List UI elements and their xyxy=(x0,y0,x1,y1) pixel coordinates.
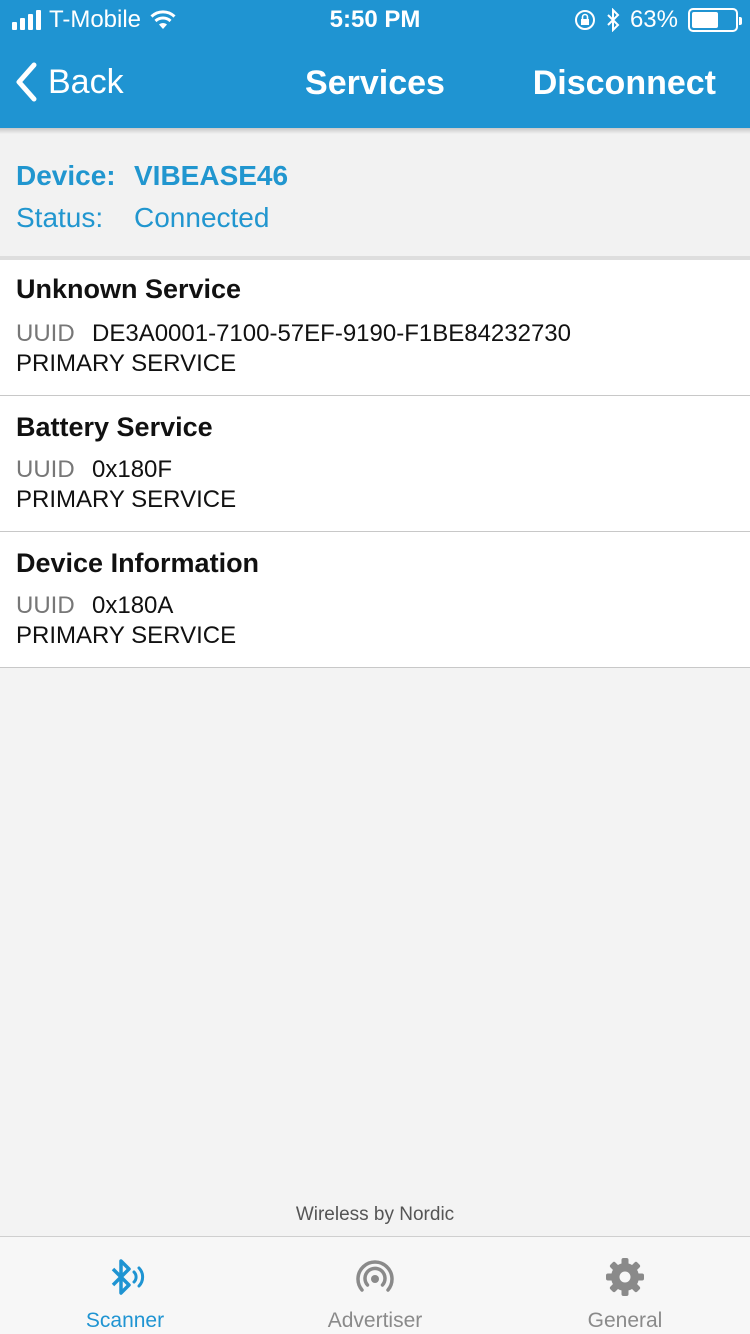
service-uuid-row: UUID 0x180A xyxy=(16,592,173,620)
tab-advertiser[interactable]: Advertiser xyxy=(250,1237,500,1334)
tab-scanner[interactable]: Scanner xyxy=(0,1237,250,1334)
navigation-bar: Back Services Disconnect xyxy=(0,40,750,128)
service-type: PRIMARY SERVICE xyxy=(16,622,237,649)
uuid-value: DE3A0001-7100-57EF-9190-F1BE84232730 xyxy=(92,320,572,347)
service-type: PRIMARY SERVICE xyxy=(16,486,237,513)
service-type: PRIMARY SERVICE xyxy=(16,350,237,377)
device-header: Device: VIBEASE46 Status: Connected xyxy=(0,128,750,260)
tab-bar: Scanner Advertiser General xyxy=(0,1236,750,1334)
tab-label: General xyxy=(587,1309,663,1332)
orientation-lock-icon xyxy=(574,10,595,30)
bluetooth-icon xyxy=(607,8,620,32)
gear-icon xyxy=(606,1258,644,1296)
device-row: Device: VIBEASE46 xyxy=(16,160,288,192)
tab-label: Scanner xyxy=(85,1309,165,1332)
list-item[interactable]: Battery Service UUID 0x180F PRIMARY SERV… xyxy=(0,396,750,532)
signal-icon xyxy=(12,10,41,30)
device-name: VIBEASE46 xyxy=(134,160,289,191)
service-uuid-row: UUID DE3A0001-7100-57EF-9190-F1BE8423273… xyxy=(16,320,571,348)
battery-icon xyxy=(688,8,742,32)
bluetooth-scanner-icon xyxy=(111,1259,145,1295)
status-label: Status: xyxy=(16,202,104,233)
status-left: T-Mobile xyxy=(12,6,177,34)
uuid-label: UUID xyxy=(16,456,75,483)
status-right: 63% xyxy=(574,6,742,34)
list-item[interactable]: Device Information UUID 0x180A PRIMARY S… xyxy=(0,532,750,668)
uuid-value: 0x180F xyxy=(92,456,173,483)
disconnect-button[interactable]: Disconnect xyxy=(533,64,716,103)
service-name: Device Information xyxy=(16,548,260,578)
uuid-label: UUID xyxy=(16,592,75,619)
service-name: Battery Service xyxy=(16,412,213,442)
device-label: Device: xyxy=(16,160,116,191)
top-bar: T-Mobile 5:50 PM 63% Back Services Disco… xyxy=(0,0,750,128)
tab-label: Advertiser xyxy=(327,1309,423,1332)
uuid-value: 0x180A xyxy=(92,592,174,619)
header-shadow xyxy=(0,128,750,134)
battery-percent: 63% xyxy=(629,6,678,33)
service-uuid-row: UUID 0x180F xyxy=(16,456,172,484)
footer-text: Wireless by Nordic xyxy=(295,1204,455,1225)
status-bar: T-Mobile 5:50 PM 63% xyxy=(0,0,750,40)
back-button[interactable]: Back xyxy=(14,62,124,102)
tab-general[interactable]: General xyxy=(500,1237,750,1334)
carrier-name: T-Mobile xyxy=(49,6,142,33)
advertiser-icon xyxy=(356,1260,394,1292)
status-row: Status: Connected xyxy=(16,202,269,234)
back-label: Back xyxy=(48,62,124,101)
battery-level xyxy=(692,12,718,28)
service-name: Unknown Service xyxy=(16,274,242,304)
services-list: Unknown Service UUID DE3A0001-7100-57EF-… xyxy=(0,260,750,668)
wifi-icon xyxy=(150,10,176,29)
chevron-left-icon xyxy=(16,62,37,102)
status-value: Connected xyxy=(134,202,270,233)
uuid-label: UUID xyxy=(16,320,75,347)
list-item[interactable]: Unknown Service UUID DE3A0001-7100-57EF-… xyxy=(0,260,750,396)
